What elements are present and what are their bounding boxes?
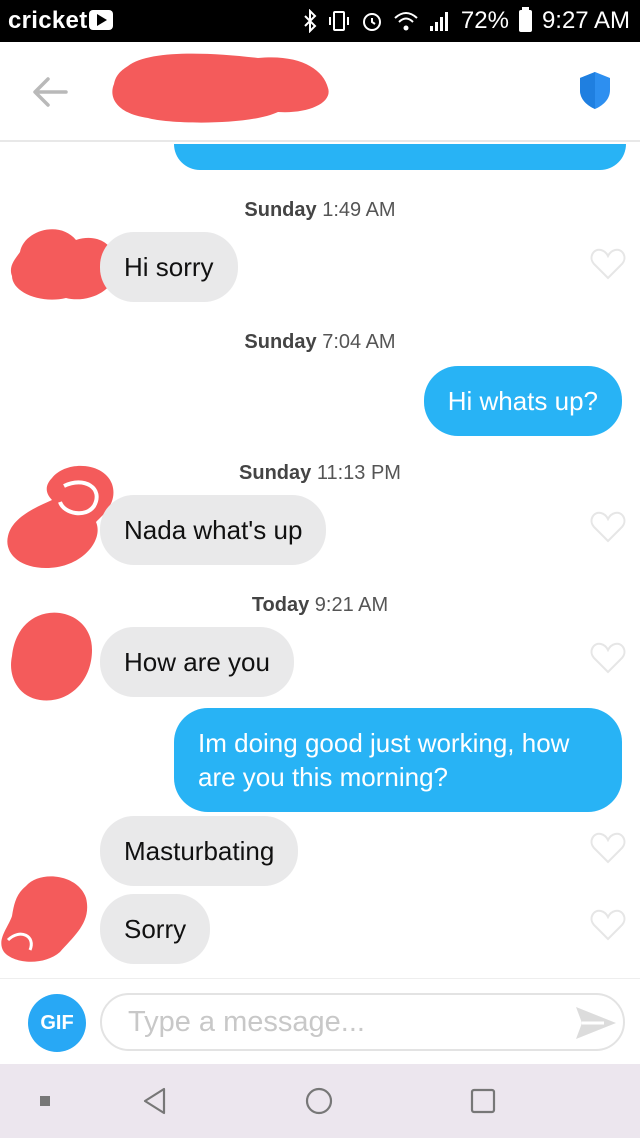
arrow-left-icon[interactable] — [30, 74, 70, 110]
avatar — [1, 876, 88, 962]
incoming-message: How are you — [100, 627, 294, 697]
incoming-message: Sorry — [100, 894, 211, 964]
alarm-icon — [362, 13, 381, 31]
heart-icon[interactable] — [590, 248, 626, 280]
heart-icon[interactable] — [590, 511, 626, 543]
send-icon[interactable] — [574, 1005, 618, 1041]
timestamp: Sunday 1:49 AM — [244, 199, 396, 221]
chat-thread: Sunday 1:49 AM Hi sorry Sunday 7:04 AM H… — [0, 144, 640, 978]
timestamp: Today 9:21 AM — [251, 594, 389, 616]
previous-outgoing-bubble — [174, 144, 626, 170]
status-time: 9:27 AM — [541, 7, 630, 34]
carrier-name: cricket — [8, 7, 88, 34]
redacted-name — [112, 53, 329, 123]
recent-dot-icon[interactable] — [20, 1064, 70, 1138]
avatar — [11, 612, 93, 701]
gif-button[interactable]: GIF — [28, 994, 86, 1052]
signal-icon — [429, 12, 448, 31]
android-nav-bar — [0, 1064, 640, 1138]
battery-icon — [518, 7, 532, 32]
bluetooth-icon — [304, 9, 317, 33]
heart-icon[interactable] — [590, 832, 626, 864]
message-input-bar: GIF — [0, 978, 640, 1064]
overview-square-icon[interactable] — [458, 1064, 508, 1138]
timestamp: Sunday 7:04 AM — [244, 331, 396, 353]
outgoing-message: Hi whats up? — [423, 366, 622, 436]
incoming-message: Hi sorry — [100, 232, 238, 302]
heart-icon[interactable] — [590, 909, 626, 941]
vibrate-icon — [328, 11, 349, 31]
status-icons: 72% 9:27 AM — [303, 6, 630, 36]
status-bar: cricket 72% 9:27 AM — [0, 0, 640, 42]
battery-percent: 72% — [460, 7, 509, 34]
avatar — [7, 465, 114, 568]
back-triangle-icon[interactable] — [130, 1064, 180, 1138]
message-input[interactable] — [100, 993, 625, 1051]
home-circle-icon[interactable] — [294, 1064, 344, 1138]
wifi-icon — [394, 12, 418, 31]
incoming-message: Nada what's up — [100, 495, 327, 565]
carrier-play-icon — [89, 10, 113, 30]
outgoing-message: Im doing good just working, how are you … — [174, 708, 622, 812]
chat-header — [0, 42, 640, 142]
heart-icon[interactable] — [590, 642, 626, 674]
shield-icon[interactable] — [578, 70, 612, 110]
incoming-message: Masturbating — [100, 816, 299, 886]
